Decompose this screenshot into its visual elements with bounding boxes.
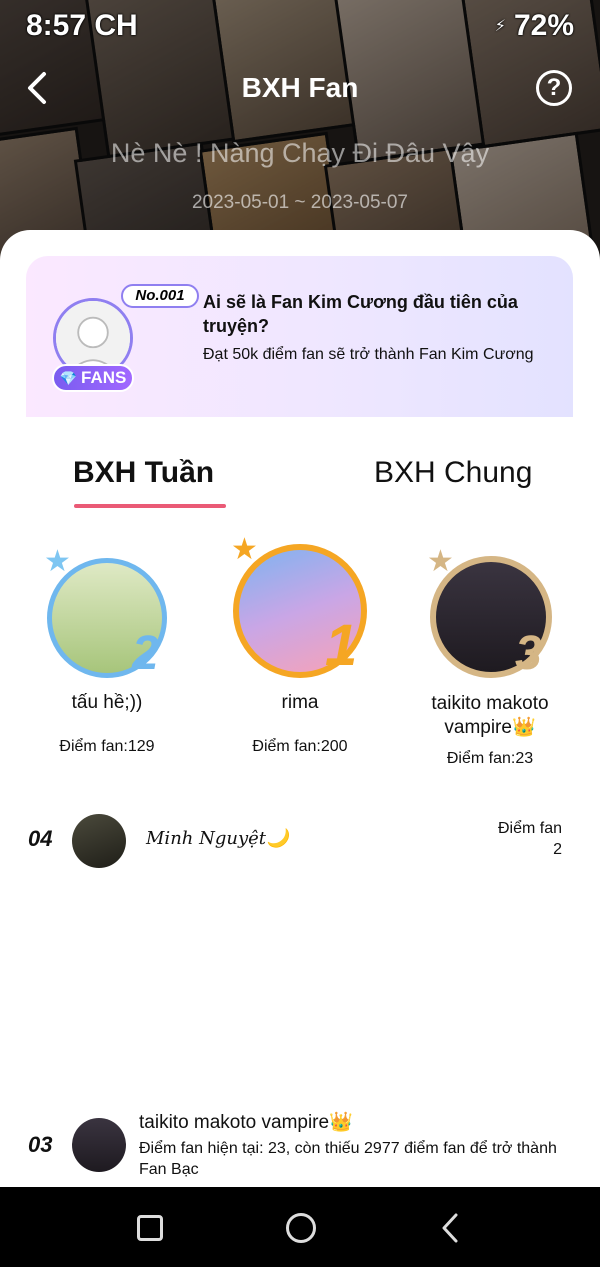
fan-name: tấu hề;))	[71, 692, 143, 713]
fan-name: rima	[281, 692, 319, 713]
rank-number: 1	[325, 613, 358, 678]
back-icon[interactable]	[436, 1211, 466, 1245]
podium: ★ 2 tấu hề;)) Điểm fan:129 ★ 1 rima Điểm…	[0, 533, 600, 782]
top-bar: BXH Fan ?	[0, 64, 600, 114]
tab-weekly[interactable]: BXH Tuần	[73, 456, 214, 490]
progress-description: Điểm fan hiện tại: 23, còn thiếu 2977 đi…	[139, 1140, 557, 1178]
status-time: 8:57 CH	[26, 9, 138, 42]
fan-score-label: Điểm fan	[497, 820, 562, 837]
avatar	[72, 1118, 126, 1172]
fan-name: Minh Nguyệt🌙	[146, 828, 289, 849]
banner-title: Ai sẽ là Fan Kim Cương đầu tiên của truy…	[203, 292, 518, 336]
avatar	[72, 814, 126, 868]
fan-name: taikito makoto vampire👑	[431, 693, 549, 738]
battery-level: 72%	[513, 9, 574, 42]
fan-score: 2	[553, 841, 562, 858]
list-item[interactable]: 04 Minh Nguyệt🌙 Điểm fan 2	[0, 812, 600, 872]
recents-icon[interactable]	[137, 1215, 163, 1241]
tab-overall[interactable]: BXH Chung	[374, 456, 532, 490]
rank-number: 03	[28, 1132, 53, 1157]
number-badge: No.001	[121, 284, 199, 308]
rank-number: 2	[132, 627, 159, 680]
ranking-tabs: BXH Tuần BXH Chung	[0, 456, 600, 516]
active-tab-indicator	[74, 504, 226, 508]
book-title: Nè Nè ! Nàng Chạy Đi Đâu Vậy	[110, 138, 490, 168]
fans-badge-label: FANS	[81, 368, 127, 387]
rank-number: 3	[515, 627, 542, 680]
fan-name: taikito makoto vampire👑	[139, 1112, 353, 1133]
rank-number: 04	[28, 826, 53, 851]
banner-subtitle: Đạt 50k điểm fan sẽ trở thành Fan Kim Cư…	[203, 346, 534, 363]
star-icon: ★	[44, 545, 71, 578]
fan-score: Điểm fan:23	[446, 750, 534, 767]
diamond-icon: 💎	[59, 369, 78, 386]
star-icon: ★	[231, 533, 258, 566]
fan-score: Điểm fan:200	[252, 738, 348, 755]
date-range: 2023-05-01 ~ 2023-05-07	[191, 192, 409, 213]
diamond-fan-banner[interactable]: 💎 FANS No.001 Ai sẽ là Fan Kim Cương đầu…	[26, 256, 573, 417]
question-circle-icon[interactable]: ?	[536, 70, 572, 106]
fan-score: Điểm fan:129	[59, 738, 155, 755]
star-icon: ★	[427, 545, 454, 578]
bolt-icon: ⚡	[494, 18, 506, 35]
page-title: BXH Fan	[241, 72, 359, 103]
my-rank-row: 03 taikito makoto vampire👑 Điểm fan hiện…	[0, 1110, 600, 1187]
leaderboard-sheet: 💎 FANS No.001 Ai sẽ là Fan Kim Cương đầu…	[0, 230, 600, 1187]
home-icon[interactable]	[286, 1213, 316, 1243]
status-bar: 8:57 CH ⚡ 72%	[26, 8, 574, 44]
system-nav-bar	[0, 1187, 600, 1267]
fans-badge: 💎 FANS	[52, 364, 134, 392]
